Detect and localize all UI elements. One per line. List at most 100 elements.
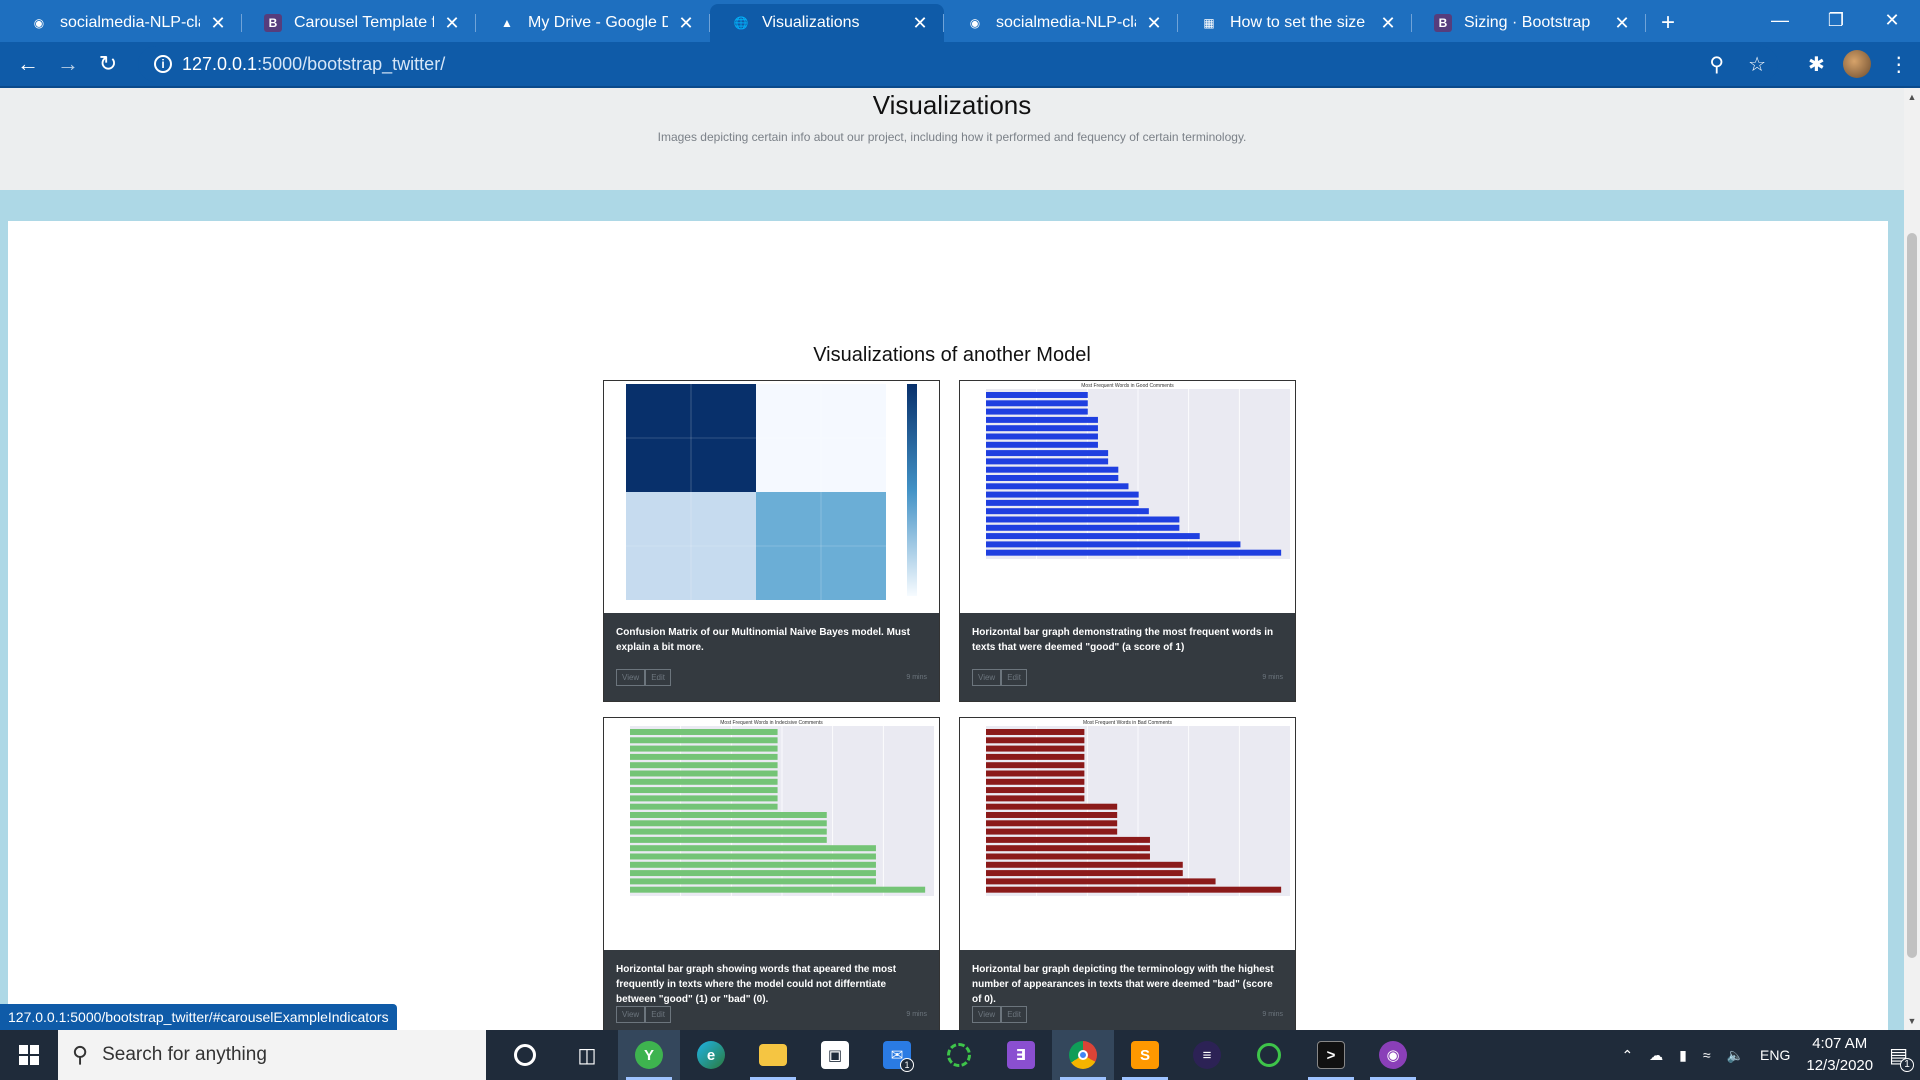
- bar: [986, 392, 1088, 398]
- edge-icon[interactable]: e: [680, 1030, 742, 1080]
- file-explorer-icon[interactable]: [742, 1030, 804, 1080]
- bar: [986, 533, 1200, 540]
- mail-badge: 1: [900, 1058, 914, 1072]
- mail-icon[interactable]: ✉ 1: [866, 1030, 928, 1080]
- restore-button[interactable]: ❐: [1808, 0, 1864, 40]
- bar: [630, 795, 778, 802]
- bar: [630, 812, 827, 818]
- tab-close-icon[interactable]: ✕: [676, 13, 696, 34]
- view-button[interactable]: View: [972, 669, 1002, 686]
- terminal-icon[interactable]: >: [1300, 1030, 1362, 1080]
- bar: [986, 450, 1109, 457]
- task-view-icon[interactable]: ◫: [556, 1030, 618, 1080]
- bar: [630, 845, 876, 852]
- taskbar-search[interactable]: ⚲ Search for anything: [58, 1030, 486, 1080]
- bar: [986, 499, 1139, 506]
- language-indicator[interactable]: ENG: [1760, 1047, 1790, 1063]
- start-button[interactable]: [0, 1030, 58, 1080]
- view-button[interactable]: View: [616, 669, 646, 686]
- visual-studio-icon[interactable]: ∃: [990, 1030, 1052, 1080]
- content-panel: [8, 221, 1888, 1030]
- bar: [986, 745, 1085, 752]
- github-desktop-icon[interactable]: ◉: [1362, 1030, 1424, 1080]
- tab-close-icon[interactable]: ✕: [1378, 13, 1398, 34]
- battery-icon[interactable]: ▮: [1679, 1047, 1687, 1064]
- scrollbar-thumb[interactable]: [1907, 233, 1917, 958]
- browser-tab[interactable]: B Sizing · Bootstrap ✕: [1412, 4, 1646, 42]
- back-icon[interactable]: ←: [8, 51, 48, 77]
- bar: [630, 770, 778, 777]
- menu-kebab-icon[interactable]: ⋮: [1889, 52, 1909, 77]
- card-time: 9 mins: [1262, 674, 1283, 681]
- view-button[interactable]: View: [972, 1006, 1002, 1023]
- wifi-icon[interactable]: ≈: [1703, 1047, 1711, 1063]
- reload-icon[interactable]: ↻: [88, 51, 128, 77]
- extensions-icon[interactable]: ✱: [1808, 52, 1825, 77]
- forward-icon[interactable]: →: [48, 51, 88, 77]
- view-button[interactable]: View: [616, 1006, 646, 1023]
- scroll-down-icon[interactable]: ▼: [1904, 1016, 1920, 1026]
- sync-app-icon[interactable]: [1238, 1030, 1300, 1080]
- tab-close-icon[interactable]: ✕: [1144, 13, 1164, 34]
- scroll-up-icon[interactable]: ▲: [1904, 92, 1920, 102]
- store-icon[interactable]: ▣: [804, 1030, 866, 1080]
- onedrive-icon[interactable]: ☁: [1649, 1047, 1663, 1064]
- close-window-button[interactable]: ✕: [1864, 0, 1920, 40]
- browser-tab[interactable]: ◉ socialmedia-NLP-classi ✕: [8, 4, 242, 42]
- tab-close-icon[interactable]: ✕: [1612, 13, 1632, 34]
- browser-tab[interactable]: B Carousel Template for ✕: [242, 4, 476, 42]
- minimize-button[interactable]: —: [1752, 0, 1808, 40]
- eclipse-icon[interactable]: ≡: [1176, 1030, 1238, 1080]
- edit-button[interactable]: Edit: [645, 669, 671, 686]
- new-tab-button[interactable]: +: [1646, 4, 1690, 42]
- edit-button[interactable]: Edit: [645, 1006, 671, 1023]
- browser-tab[interactable]: ◉ socialmedia-NLP-classi ✕: [944, 4, 1178, 42]
- sublime-text-icon[interactable]: S: [1114, 1030, 1176, 1080]
- loading-app-icon[interactable]: [928, 1030, 990, 1080]
- bar: [986, 416, 1098, 423]
- browser-tab[interactable]: ▦ How to set the size of ✕: [1178, 4, 1412, 42]
- site-info-icon[interactable]: i: [154, 55, 172, 73]
- edit-button[interactable]: Edit: [1001, 669, 1027, 686]
- bookmark-star-icon[interactable]: ☆: [1748, 52, 1766, 77]
- bar: [986, 795, 1085, 802]
- gitkraken-icon[interactable]: Y: [618, 1030, 680, 1080]
- bar: [986, 466, 1119, 473]
- url-host: 127.0.0.1: [182, 53, 258, 74]
- bar: [986, 870, 1183, 877]
- bar: [986, 861, 1183, 868]
- chart-title: Most Frequent Words in Bad Comments: [1082, 720, 1173, 726]
- bad-words-chart: [986, 726, 1290, 896]
- tab-close-icon[interactable]: ✕: [910, 13, 930, 34]
- bar: [986, 836, 1150, 843]
- page-scrollbar[interactable]: ▲ ▼: [1904, 88, 1920, 1030]
- browser-tab[interactable]: ▲ My Drive - Google Driv ✕: [476, 4, 710, 42]
- bar: [986, 408, 1088, 415]
- tab-close-icon[interactable]: ✕: [208, 13, 228, 34]
- clock-date: 12/3/2020: [1806, 1057, 1874, 1074]
- bar: [630, 886, 926, 893]
- browser-tab[interactable]: 🌐 Visualizations ✕: [710, 4, 944, 42]
- bar: [986, 828, 1118, 835]
- chart-title: Most Frequent Words in Good Comments: [1081, 383, 1174, 389]
- bar: [630, 828, 827, 835]
- bar: [986, 508, 1149, 515]
- volume-icon[interactable]: 🔈: [1727, 1047, 1744, 1064]
- chrome-icon[interactable]: [1052, 1030, 1114, 1080]
- cortana-icon[interactable]: [494, 1030, 556, 1080]
- bar: [630, 745, 778, 752]
- tab-title: Visualizations: [762, 14, 860, 31]
- windows-logo-icon: [19, 1045, 39, 1065]
- profile-avatar[interactable]: [1842, 50, 1871, 78]
- edit-button[interactable]: Edit: [1001, 1006, 1027, 1023]
- bar: [630, 861, 876, 868]
- clock[interactable]: 4:07 AM 12/3/2020: [1806, 1033, 1873, 1077]
- bar: [986, 886, 1282, 893]
- notification-icon[interactable]: ▤ 1: [1889, 1043, 1914, 1072]
- show-hidden-icons-icon[interactable]: ⌃: [1621, 1047, 1633, 1064]
- window-controls: — ❐ ✕: [1752, 0, 1920, 40]
- bar: [986, 762, 1085, 769]
- zoom-icon[interactable]: ⚲: [1709, 52, 1724, 77]
- address-bar[interactable]: i 127.0.0.1:5000/bootstrap_twitter/ ⚲ ☆: [138, 46, 1778, 82]
- tab-close-icon[interactable]: ✕: [442, 13, 462, 34]
